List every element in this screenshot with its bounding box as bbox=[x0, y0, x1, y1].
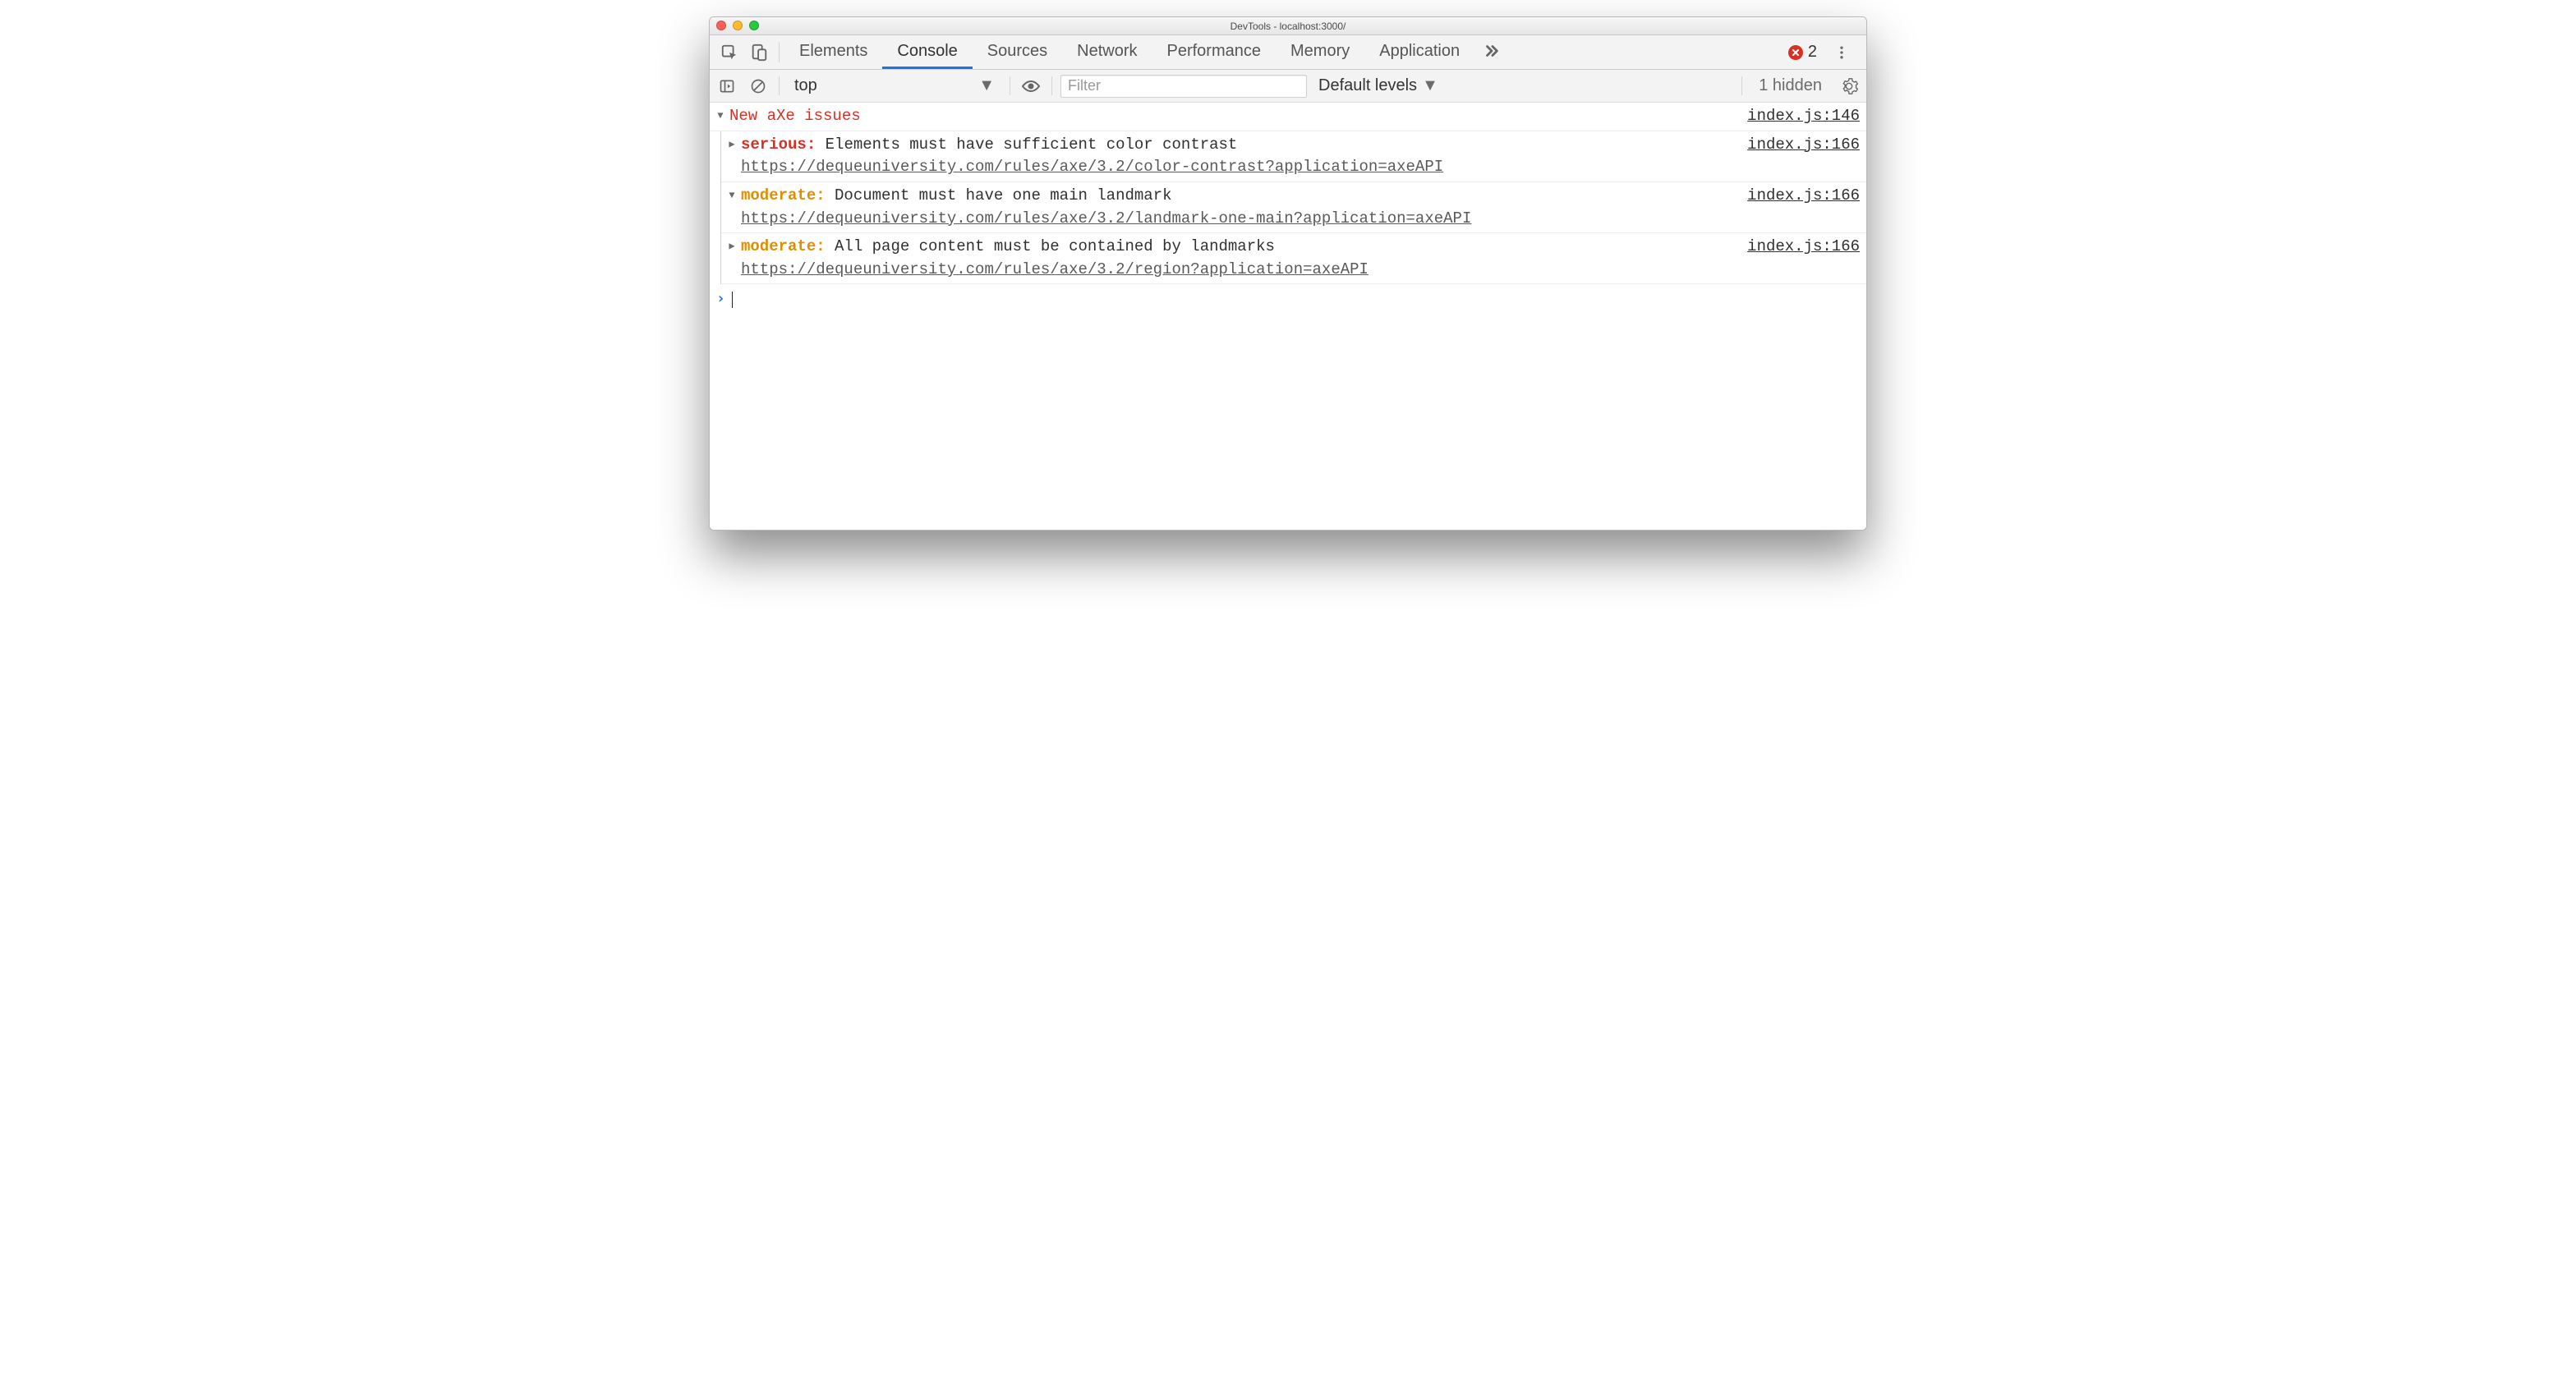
tab-label: Memory bbox=[1290, 42, 1350, 61]
clear-console-icon[interactable] bbox=[746, 74, 770, 99]
console-group-children: ▶ serious: Elements must have sufficient… bbox=[720, 131, 1866, 285]
severity-label: moderate: bbox=[741, 186, 826, 204]
issue-message: All page content must be contained by la… bbox=[835, 237, 1275, 255]
group-title: New aXe issues bbox=[729, 107, 861, 125]
prompt-chevron-icon: › bbox=[716, 289, 725, 309]
disclosure-triangle-open-icon[interactable]: ▼ bbox=[715, 106, 726, 122]
tab-application[interactable]: Application bbox=[1364, 35, 1474, 69]
tab-sources[interactable]: Sources bbox=[973, 35, 1062, 69]
tab-performance[interactable]: Performance bbox=[1152, 35, 1276, 69]
text-cursor bbox=[732, 292, 733, 308]
panel-tabs: Elements Console Sources Network Perform… bbox=[784, 35, 1788, 69]
window-title: DevTools - localhost:3000/ bbox=[710, 21, 1866, 32]
tab-console[interactable]: Console bbox=[882, 35, 972, 69]
tab-label: Elements bbox=[799, 42, 867, 61]
tab-memory[interactable]: Memory bbox=[1276, 35, 1364, 69]
execution-context-select[interactable]: top ▼ bbox=[788, 76, 1001, 95]
context-label: top bbox=[794, 76, 817, 95]
issue-help-link[interactable]: https://dequeuniversity.com/rules/axe/3.… bbox=[741, 260, 1734, 281]
separator bbox=[1051, 76, 1052, 95]
console-group-header[interactable]: ▼ New aXe issues index.js:146 bbox=[710, 103, 1866, 131]
log-levels-select[interactable]: Default levels ▼ bbox=[1313, 76, 1443, 95]
error-count-badge[interactable]: 2 bbox=[1788, 43, 1817, 62]
separator bbox=[779, 42, 780, 62]
chevron-double-right-icon bbox=[1483, 42, 1501, 60]
error-icon bbox=[1788, 45, 1803, 60]
separator bbox=[1741, 76, 1742, 95]
inspect-element-icon[interactable] bbox=[715, 35, 744, 69]
filter-input[interactable] bbox=[1060, 75, 1307, 98]
tab-label: Sources bbox=[987, 42, 1047, 61]
caret-down-icon: ▼ bbox=[1422, 76, 1438, 95]
issue-help-link[interactable]: https://dequeuniversity.com/rules/axe/3.… bbox=[741, 209, 1734, 230]
window-close-button[interactable] bbox=[716, 21, 726, 30]
tabs-right-cluster: 2 bbox=[1788, 35, 1861, 69]
console-message[interactable]: ▶ moderate: All page content must be con… bbox=[721, 233, 1866, 284]
issue-message: Document must have one main landmark bbox=[835, 186, 1171, 204]
main-tabs-bar: Elements Console Sources Network Perform… bbox=[710, 35, 1866, 70]
console-settings-icon[interactable] bbox=[1837, 74, 1861, 99]
live-expression-icon[interactable] bbox=[1019, 74, 1043, 99]
issue-message: Elements must have sufficient color cont… bbox=[826, 136, 1238, 154]
severity-label: serious: bbox=[741, 136, 816, 154]
levels-label: Default levels bbox=[1318, 76, 1417, 95]
source-link[interactable]: index.js:166 bbox=[1747, 186, 1860, 207]
disclosure-triangle-closed-icon[interactable]: ▶ bbox=[726, 135, 738, 151]
tab-label: Network bbox=[1077, 42, 1137, 61]
console-message[interactable]: ▶ serious: Elements must have sufficient… bbox=[721, 131, 1866, 182]
traffic-lights bbox=[716, 21, 759, 30]
console-prompt[interactable]: › bbox=[710, 284, 1866, 309]
window-maximize-button[interactable] bbox=[749, 21, 759, 30]
severity-label: moderate: bbox=[741, 237, 826, 255]
tab-elements[interactable]: Elements bbox=[784, 35, 882, 69]
source-link[interactable]: index.js:166 bbox=[1747, 237, 1860, 258]
more-tabs-button[interactable] bbox=[1474, 35, 1509, 69]
devtools-window: DevTools - localhost:3000/ Elements Cons… bbox=[709, 16, 1867, 531]
tab-label: Application bbox=[1379, 42, 1460, 61]
caret-down-icon: ▼ bbox=[978, 76, 995, 95]
error-count: 2 bbox=[1808, 43, 1817, 62]
console-message[interactable]: ▼ moderate: Document must have one main … bbox=[721, 182, 1866, 233]
source-link[interactable]: index.js:166 bbox=[1747, 135, 1860, 156]
tab-label: Performance bbox=[1167, 42, 1262, 61]
kebab-menu-icon[interactable] bbox=[1827, 44, 1856, 61]
issue-help-link[interactable]: https://dequeuniversity.com/rules/axe/3.… bbox=[741, 157, 1734, 178]
hidden-messages-label: 1 hidden bbox=[1750, 76, 1830, 95]
toggle-sidebar-icon[interactable] bbox=[715, 74, 739, 99]
disclosure-triangle-open-icon[interactable]: ▼ bbox=[726, 186, 738, 202]
window-minimize-button[interactable] bbox=[733, 21, 743, 30]
tab-label: Console bbox=[897, 42, 957, 61]
disclosure-triangle-closed-icon[interactable]: ▶ bbox=[726, 237, 738, 253]
console-toolbar: top ▼ Default levels ▼ 1 hidden bbox=[710, 70, 1866, 103]
tab-network[interactable]: Network bbox=[1062, 35, 1152, 69]
source-link[interactable]: index.js:146 bbox=[1747, 106, 1860, 127]
device-toolbar-icon[interactable] bbox=[744, 35, 774, 69]
titlebar: DevTools - localhost:3000/ bbox=[710, 17, 1866, 35]
separator bbox=[779, 76, 780, 95]
console-output: ▼ New aXe issues index.js:146 ▶ serious:… bbox=[710, 103, 1866, 530]
